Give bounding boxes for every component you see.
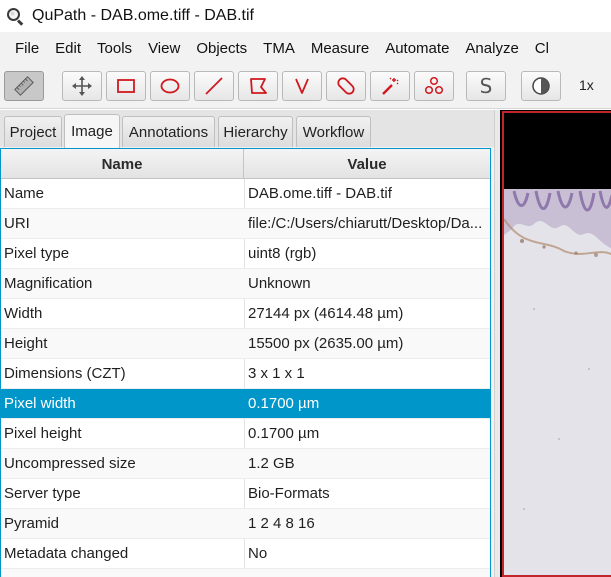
menu-analyze[interactable]: Analyze bbox=[457, 40, 526, 57]
toolbar: S 1x bbox=[0, 65, 611, 109]
row-value: 3 x 1 x 1 bbox=[248, 365, 305, 382]
row-key: URI bbox=[4, 215, 30, 232]
table-row[interactable]: Height 15500 px (2635.00 µm) bbox=[1, 329, 490, 359]
row-value: Bio-Formats bbox=[248, 485, 330, 502]
line-tool-button[interactable] bbox=[194, 71, 234, 101]
menu-edit[interactable]: Edit bbox=[47, 40, 89, 57]
table-row[interactable]: Name DAB.ome.tiff - DAB.tif bbox=[1, 179, 490, 209]
menu-classify[interactable]: Cl bbox=[527, 40, 557, 57]
row-key: Name bbox=[4, 185, 45, 202]
row-value bbox=[248, 569, 488, 577]
table-row[interactable]: Magnification Unknown bbox=[1, 269, 490, 299]
line-icon bbox=[205, 77, 223, 95]
table-body: Name DAB.ome.tiff - DAB.tif URI file:/C:/U… bbox=[1, 179, 490, 577]
row-key: Server type bbox=[4, 485, 81, 502]
ruler-icon bbox=[14, 76, 34, 96]
menu-tools[interactable]: Tools bbox=[89, 40, 140, 57]
title-bar: QuPath - DAB.ome.tiff - DAB.tif bbox=[0, 0, 611, 32]
table-row-selected[interactable]: Pixel width 0.1700 µm bbox=[1, 389, 490, 419]
points-tool-button[interactable] bbox=[414, 71, 454, 101]
menu-tma[interactable]: TMA bbox=[255, 40, 303, 57]
menu-objects[interactable]: Objects bbox=[188, 40, 255, 57]
table-row[interactable]: Dimensions (CZT) 3 x 1 x 1 bbox=[1, 359, 490, 389]
row-key: Pixel type bbox=[4, 245, 70, 262]
row-key: Width bbox=[4, 305, 43, 322]
row-value: DAB.ome.tiff - DAB.tif bbox=[248, 185, 392, 202]
viewer-background bbox=[504, 113, 611, 189]
row-key: Height bbox=[4, 335, 48, 352]
polygon-tool-button[interactable] bbox=[238, 71, 278, 101]
menu-bar: File Edit Tools View Objects TMA Measure… bbox=[0, 32, 611, 65]
table-row[interactable]: Pixel type uint8 (rgb) bbox=[1, 239, 490, 269]
row-key: Magnification bbox=[4, 275, 93, 292]
row-value: 1.2 GB bbox=[248, 455, 295, 472]
tab-bar: Project Image Annotations Hierarchy Work… bbox=[0, 110, 494, 148]
contrast-icon bbox=[532, 77, 550, 95]
polyline-tool-button[interactable] bbox=[282, 71, 322, 101]
row-key: Pyramid bbox=[4, 515, 60, 532]
table-row[interactable]: Metadata changed No bbox=[1, 539, 490, 569]
viewer-frame bbox=[502, 111, 611, 577]
row-key: Pixel height bbox=[4, 425, 82, 442]
row-value: 1 2 4 8 16 bbox=[248, 515, 315, 532]
tab-annotations[interactable]: Annotations bbox=[122, 116, 215, 147]
tab-hierarchy[interactable]: Hierarchy bbox=[218, 116, 293, 147]
tab-project[interactable]: Project bbox=[4, 116, 62, 147]
rectangle-tool-button[interactable] bbox=[106, 71, 146, 101]
column-header-value[interactable]: Value bbox=[244, 149, 490, 179]
ellipse-tool-button[interactable] bbox=[150, 71, 190, 101]
menu-file[interactable]: File bbox=[0, 40, 47, 57]
row-value: 0.1700 µm bbox=[248, 395, 320, 412]
analysis-panel: Project Image Annotations Hierarchy Work… bbox=[0, 110, 494, 577]
table-row[interactable]: Width 27144 px (4614.48 µm) bbox=[1, 299, 490, 329]
row-value: Unknown bbox=[248, 275, 311, 292]
tab-image[interactable]: Image bbox=[64, 114, 120, 148]
row-key: Metadata changed bbox=[4, 545, 129, 562]
table-row[interactable]: Server type Bio-Formats bbox=[1, 479, 490, 509]
rectangle-icon bbox=[117, 79, 135, 93]
row-key: Pixel width bbox=[4, 395, 76, 412]
move-icon bbox=[72, 76, 92, 96]
row-key: Dimensions (CZT) bbox=[4, 365, 126, 382]
image-viewer[interactable] bbox=[500, 110, 611, 577]
row-value: file:/C:/Users/chiarutt/Desktop/Da... bbox=[248, 215, 483, 232]
selection-mode-label: S bbox=[479, 74, 493, 98]
tissue-image bbox=[504, 189, 611, 575]
polyline-icon bbox=[295, 78, 309, 94]
points-icon bbox=[424, 76, 444, 95]
brush-tool-button[interactable] bbox=[326, 71, 366, 101]
polygon-icon bbox=[250, 78, 267, 94]
zoom-label[interactable]: 1x bbox=[579, 77, 594, 93]
row-value: No bbox=[248, 545, 268, 562]
qupath-logo-icon bbox=[6, 7, 24, 26]
table-row[interactable]: URI file:/C:/Users/chiarutt/Desktop/Da... bbox=[1, 209, 490, 239]
move-tool-button[interactable] bbox=[62, 71, 102, 101]
table-row[interactable]: Pyramid 1 2 4 8 16 bbox=[1, 509, 490, 539]
tissue-texture bbox=[504, 189, 611, 510]
window-title: QuPath - DAB.ome.tiff - DAB.tif bbox=[32, 7, 254, 24]
table-header: Name Value bbox=[1, 149, 490, 179]
row-key: Uncompressed size bbox=[4, 455, 136, 472]
ruler-tool-button[interactable] bbox=[4, 71, 44, 101]
row-key bbox=[4, 569, 242, 577]
table-row[interactable] bbox=[1, 569, 490, 577]
selection-mode-button[interactable]: S bbox=[466, 71, 506, 101]
table-row[interactable]: Pixel height 0.1700 µm bbox=[1, 419, 490, 449]
menu-measure[interactable]: Measure bbox=[303, 40, 377, 57]
table-row[interactable]: Uncompressed size 1.2 GB bbox=[1, 449, 490, 479]
row-value: 15500 px (2635.00 µm) bbox=[248, 335, 404, 352]
row-value: 27144 px (4614.48 µm) bbox=[248, 305, 404, 322]
ellipse-icon bbox=[160, 78, 180, 94]
brush-icon bbox=[337, 77, 355, 95]
row-value: 0.1700 µm bbox=[248, 425, 320, 442]
menu-automate[interactable]: Automate bbox=[377, 40, 457, 57]
row-value: uint8 (rgb) bbox=[248, 245, 317, 262]
column-header-name[interactable]: Name bbox=[1, 149, 244, 179]
menu-view[interactable]: View bbox=[140, 40, 188, 57]
wand-icon bbox=[382, 77, 399, 95]
brightness-contrast-button[interactable] bbox=[521, 71, 561, 101]
wand-tool-button[interactable] bbox=[370, 71, 410, 101]
image-properties-table: Name Value Name DAB.ome.tiff - DAB.tif UR… bbox=[0, 148, 491, 577]
tab-workflow[interactable]: Workflow bbox=[296, 116, 371, 147]
